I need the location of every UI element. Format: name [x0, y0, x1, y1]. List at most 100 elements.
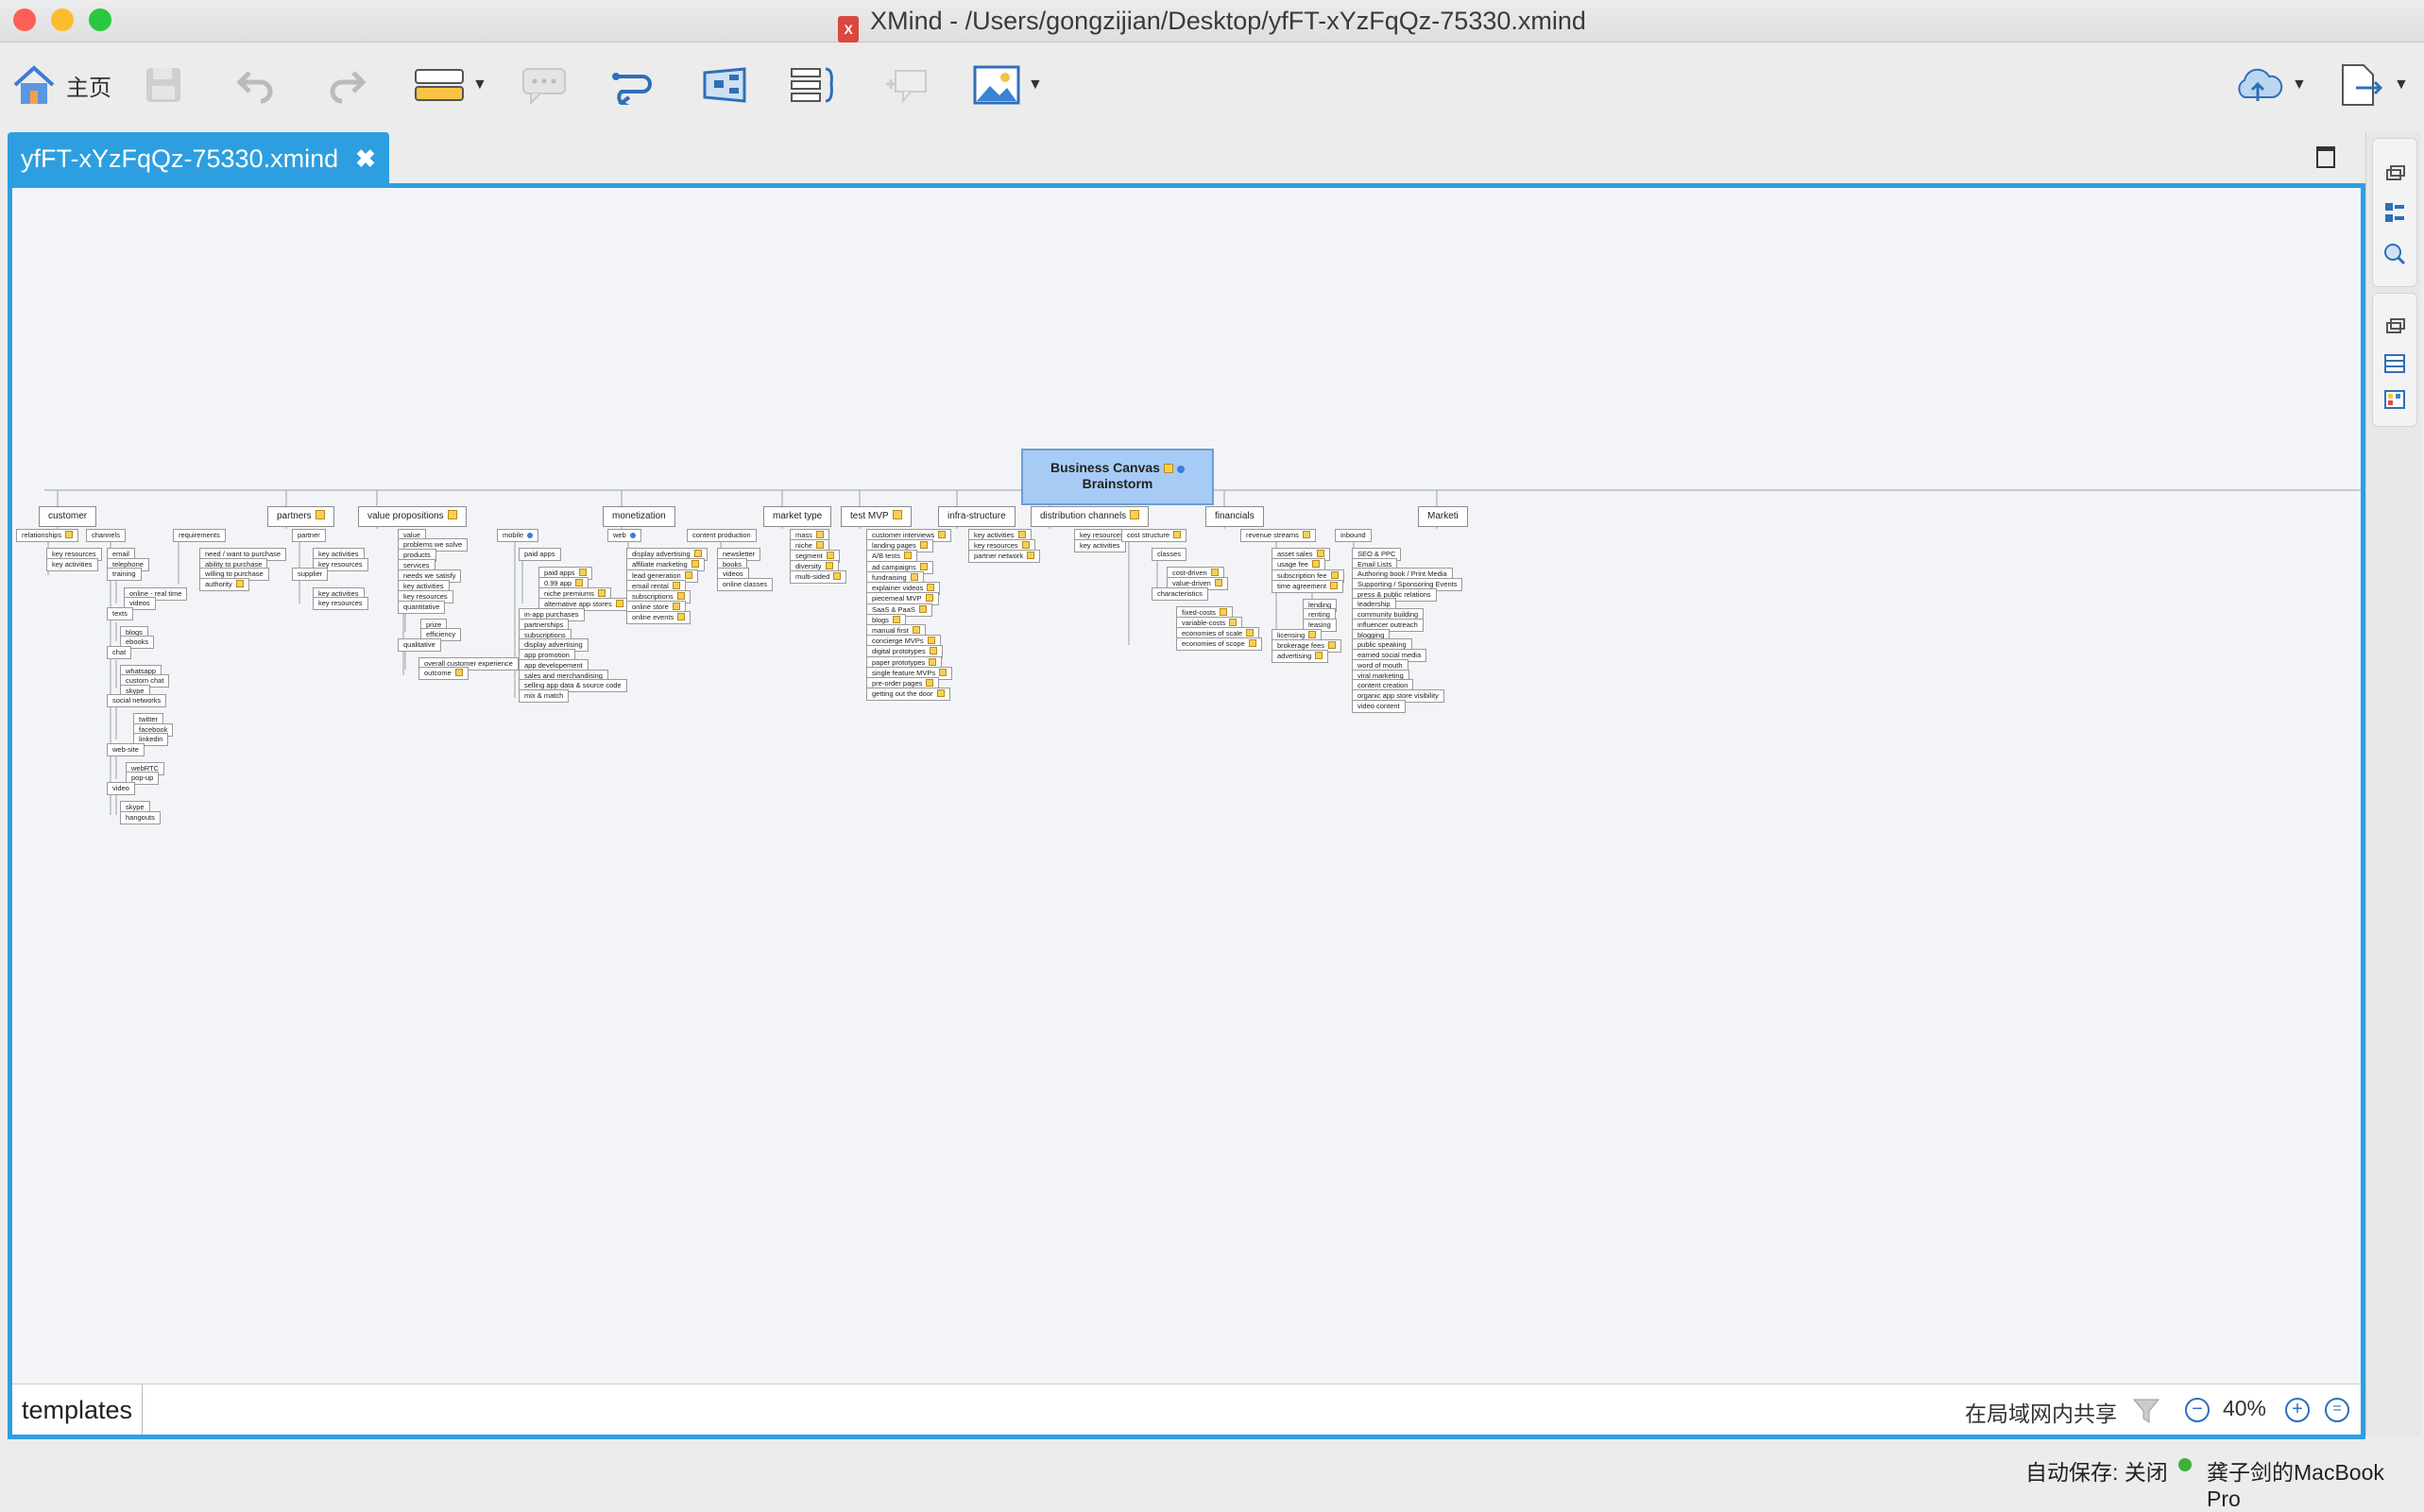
zoom-in-icon[interactable]: + — [2285, 1398, 2310, 1422]
branch-topic-dist[interactable]: distribution channels — [1031, 506, 1150, 527]
subtopic[interactable]: revenue streams — [1240, 529, 1316, 542]
export-dropdown-caret[interactable]: ▼ — [2394, 76, 2409, 93]
subtopic[interactable]: partner network — [968, 550, 1041, 563]
insert-image-button[interactable]: ▼ — [973, 61, 1043, 109]
subtopic[interactable]: web-site — [107, 743, 145, 756]
relationship-button[interactable] — [610, 61, 654, 109]
tab-close-icon[interactable]: ✖ — [355, 144, 376, 174]
subtopic[interactable]: social networks — [107, 694, 167, 707]
subtopic[interactable]: relationships — [16, 529, 79, 542]
boundary-button[interactable] — [701, 61, 748, 109]
image-dropdown-caret[interactable]: ▼ — [1028, 76, 1043, 93]
autosave-status[interactable]: 自动保存: 关闭 — [2025, 1454, 2168, 1487]
properties-icon[interactable] — [2383, 352, 2406, 375]
zoom-fit-icon[interactable]: = — [2325, 1398, 2349, 1422]
branch-topic-fin[interactable]: financials — [1205, 506, 1264, 527]
note-icon — [447, 510, 457, 519]
subtopic[interactable]: partner — [292, 529, 326, 542]
markers-icon[interactable] — [2383, 388, 2406, 411]
root-topic[interactable]: Business Canvas Brainstorm — [1021, 449, 1214, 505]
subtopic[interactable]: key activities — [46, 558, 98, 571]
mindmap-canvas[interactable]: Business Canvas Brainstorm customer partn… — [12, 188, 2361, 1384]
outline-icon[interactable] — [2383, 201, 2406, 224]
restore-panel-icon[interactable] — [2383, 316, 2406, 339]
branch-label: test MVP — [850, 511, 889, 521]
tab-document[interactable]: yfFT-xYzFqQz-75330.xmind ✖ — [8, 132, 389, 185]
subtopic[interactable]: advertising — [1272, 650, 1329, 663]
branch-topic-customer[interactable]: customer — [39, 506, 97, 527]
branch-topic-infra[interactable]: infra-structure — [938, 506, 1016, 527]
zoom-level[interactable]: 40% — [2223, 1396, 2266, 1421]
save-button[interactable] — [144, 61, 183, 109]
subtopic[interactable]: web — [607, 529, 641, 542]
subtopic[interactable]: key activities — [1074, 539, 1126, 552]
subtopic-label: partnerships — [524, 620, 564, 629]
note-icon — [684, 571, 692, 579]
subtopic[interactable]: video — [107, 782, 135, 795]
subtopic-label: getting out the door — [872, 689, 933, 698]
subtopic[interactable]: paid apps — [519, 548, 561, 561]
subtopic-label: leasing — [1308, 620, 1331, 629]
subtopic[interactable]: key resources — [313, 597, 368, 610]
templates-tab[interactable]: templates — [12, 1385, 144, 1435]
subtopic[interactable]: getting out the door — [866, 688, 950, 701]
overview-icon[interactable] — [2383, 243, 2406, 265]
branch-topic-value[interactable]: value propositions — [358, 506, 467, 527]
zoom-out-icon[interactable]: − — [2185, 1398, 2210, 1422]
branch-topic-monet[interactable]: monetization — [603, 506, 675, 527]
subtopic-label: email rental — [632, 582, 669, 590]
subtopic-label: display advertising — [632, 550, 691, 558]
callout-button[interactable] — [882, 61, 930, 109]
filter-icon[interactable] — [2132, 1396, 2160, 1424]
branch-topic-market[interactable]: market type — [763, 506, 832, 527]
subtopic-label: paper prototypes — [872, 658, 926, 667]
subtopic[interactable]: online events — [626, 611, 691, 624]
branch-topic-mkt[interactable]: Marketi — [1418, 506, 1468, 527]
subtopic[interactable]: outcome — [418, 667, 469, 680]
topic-dropdown-caret[interactable]: ▼ — [472, 76, 487, 93]
subtopic[interactable]: inbound — [1335, 529, 1372, 542]
comment-button[interactable] — [521, 61, 567, 109]
branch-topic-mvp[interactable]: test MVP — [841, 506, 912, 527]
subtopic[interactable]: characteristics — [1152, 587, 1208, 601]
summary-button[interactable] — [790, 61, 839, 109]
share-dropdown-caret[interactable]: ▼ — [2292, 76, 2307, 93]
restore-panel-icon[interactable] — [2383, 163, 2406, 186]
subtopic[interactable]: requirements — [173, 529, 226, 542]
subtopic[interactable]: chat — [107, 646, 132, 659]
relationship-icon — [612, 73, 652, 105]
subtopic-label: paid apps — [524, 550, 555, 558]
redo-button[interactable] — [327, 61, 367, 109]
share-button[interactable]: ▼ — [2231, 61, 2307, 109]
subtopic-label: content creation — [1357, 681, 1408, 689]
subtopic[interactable]: texts — [107, 607, 133, 620]
branch-topic-partners[interactable]: partners — [267, 506, 334, 527]
subtopic[interactable]: content production — [687, 529, 757, 542]
subtopic[interactable]: online classes — [717, 578, 774, 591]
subtopic-label: economies of scope — [1182, 639, 1245, 648]
subtopic[interactable]: hangouts — [120, 811, 161, 824]
subtopic-label: key resources — [318, 599, 363, 607]
subtopic[interactable]: time agreement — [1272, 580, 1344, 593]
subtopic[interactable]: cost structure — [1121, 529, 1187, 542]
subtopic[interactable]: quantitative — [398, 601, 446, 614]
subtopic[interactable]: mobile — [497, 529, 539, 542]
subtopic[interactable]: authority — [199, 578, 249, 591]
subtopic[interactable]: multi-sided — [790, 570, 847, 584]
export-button[interactable]: ▼ — [2339, 61, 2409, 109]
subtopic[interactable]: economies of scope — [1176, 637, 1262, 651]
insert-topic-button[interactable]: ▼ — [414, 61, 487, 109]
undo-button[interactable] — [236, 61, 276, 109]
subtopic-label: supplier — [298, 569, 323, 578]
home-button[interactable]: 主页 — [11, 61, 111, 109]
subtopic[interactable]: supplier — [292, 568, 329, 581]
subtopic-label: channels — [92, 531, 121, 539]
subtopic[interactable]: training — [107, 568, 142, 581]
subtopic[interactable]: mix & match — [519, 689, 570, 703]
subtopic[interactable]: qualitative — [398, 638, 441, 652]
lan-share-label[interactable]: 在局域网内共享 — [1965, 1396, 2117, 1428]
subtopic[interactable]: channels — [86, 529, 127, 542]
subtopic[interactable]: video content — [1352, 700, 1406, 713]
maximize-editor-icon[interactable] — [2316, 146, 2335, 168]
subtopic[interactable]: classes — [1152, 548, 1187, 561]
